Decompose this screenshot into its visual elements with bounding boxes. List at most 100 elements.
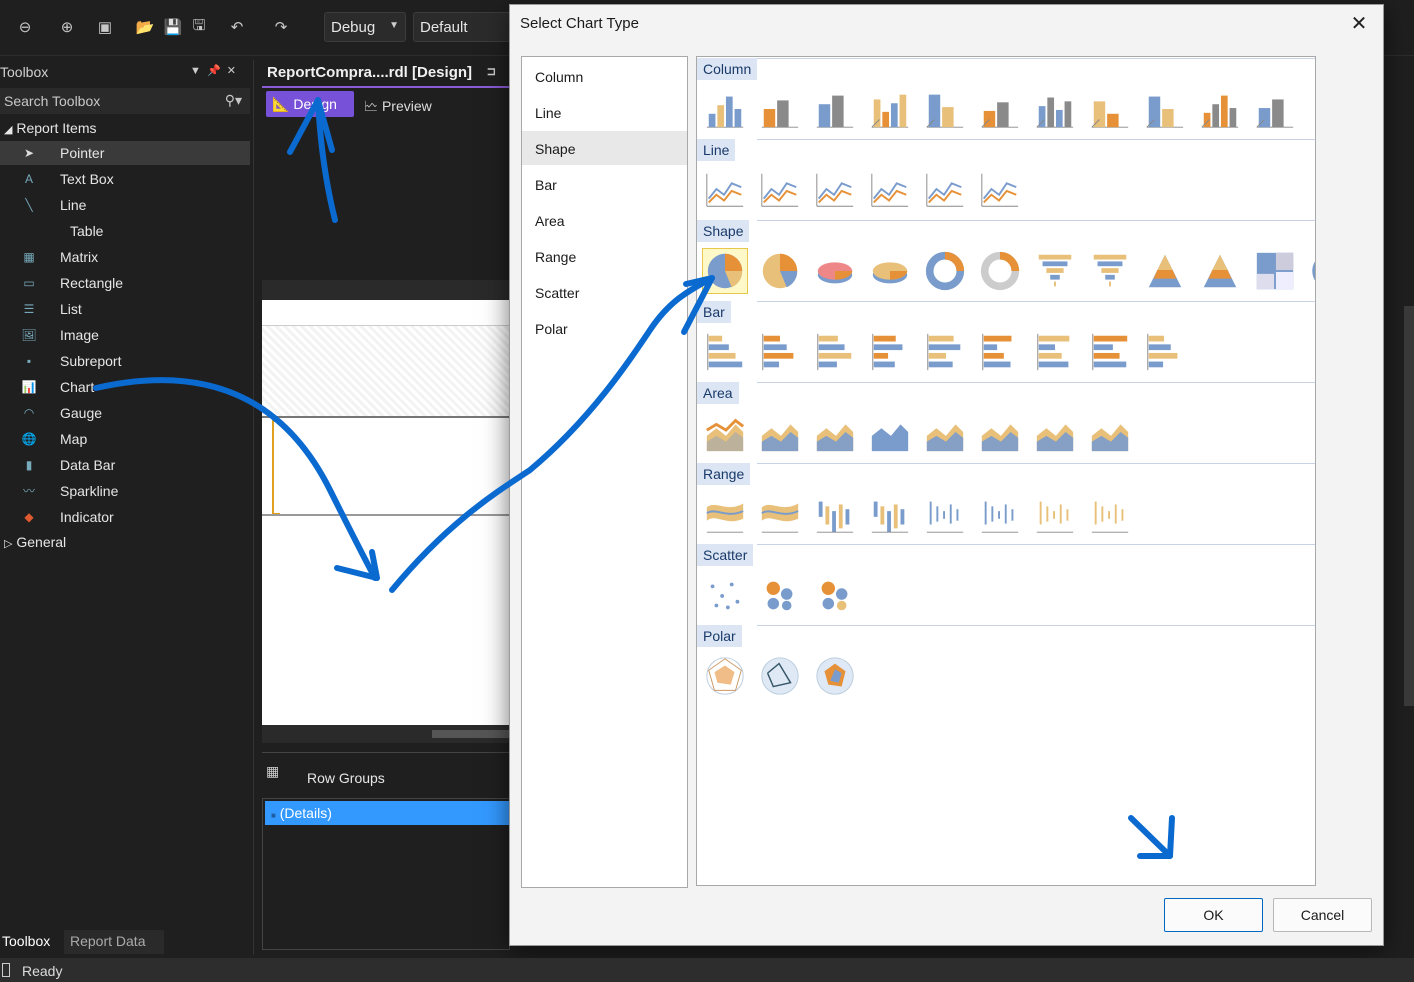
report-items-group[interactable]: ◢ Report Items [4,120,97,136]
chart-type-range-1[interactable] [702,491,748,537]
chart-type-scatter-2[interactable] [757,572,803,618]
chart-type-range-2[interactable] [757,491,803,537]
tab-report-data[interactable]: Report Data [64,930,164,954]
category-bar[interactable]: Bar [522,167,687,201]
chart-type-column-7[interactable] [1032,86,1078,132]
category-area[interactable]: Area [522,203,687,237]
chart-type-range-4[interactable] [867,491,913,537]
toolbox-item-text-box[interactable]: A Text Box [0,167,250,191]
chart-type-bar-7[interactable] [1032,329,1078,375]
toolbox-item-gauge[interactable]: ◠ Gauge [0,401,250,425]
chart-type-bar-6[interactable] [977,329,1023,375]
chart-type-line-3[interactable] [812,167,858,213]
toolbox-item-chart[interactable]: 📊 Chart [0,375,250,399]
vertical-scrollbar[interactable] [1404,306,1414,706]
chart-type-polar-3[interactable] [812,653,858,699]
chart-type-scatter-1[interactable] [702,572,748,618]
chart-type-shape-11[interactable] [1252,248,1298,294]
chart-type-shape-4[interactable] [867,248,913,294]
toolbox-item-subreport[interactable]: ▪ Subreport [0,349,250,373]
chart-type-area-8[interactable] [1087,410,1133,456]
chart-type-bar-4[interactable] [867,329,913,375]
redo-icon[interactable]: ↷ [270,16,292,38]
chart-type-line-1[interactable] [702,167,748,213]
chart-type-column-5[interactable] [922,86,968,132]
chart-type-column-6[interactable] [977,86,1023,132]
chart-type-column-9[interactable] [1142,86,1188,132]
chart-type-shape-5[interactable] [922,248,968,294]
chart-type-line-2[interactable] [757,167,803,213]
toolbox-item-indicator[interactable]: ◆ Indicator [0,505,250,529]
chart-type-shape-12[interactable] [1307,248,1315,294]
chart-type-bar-3[interactable] [812,329,858,375]
chart-type-area-3[interactable] [812,410,858,456]
chart-type-range-8[interactable] [1087,491,1133,537]
toolbox-search-input[interactable]: Search Toolbox ⚲▾ [0,88,250,114]
new-project-icon[interactable]: ▣ [94,16,116,38]
toolbox-item-pointer[interactable]: ➤ Pointer [0,141,250,165]
chart-type-line-5[interactable] [922,167,968,213]
save-icon[interactable]: 💾 [162,16,184,38]
chart-type-range-3[interactable] [812,491,858,537]
chart-type-area-1[interactable] [702,410,748,456]
chart-type-range-5[interactable] [922,491,968,537]
chart-type-shape-8[interactable] [1087,248,1133,294]
chart-type-column-4[interactable] [867,86,913,132]
chart-type-area-7[interactable] [1032,410,1078,456]
chart-type-scatter-3[interactable] [812,572,858,618]
toolbox-item-data-bar[interactable]: ▮ Data Bar [0,453,250,477]
tab-design[interactable]: 📐 Design [266,91,354,117]
chart-type-polar-1[interactable] [702,653,748,699]
toolbox-item-image[interactable]: 🖼 Image [0,323,250,347]
chart-type-column-10[interactable] [1197,86,1243,132]
horizontal-scrollbar[interactable] [262,725,512,743]
pin-icon[interactable]: ⊐ [487,65,496,78]
category-polar[interactable]: Polar [522,311,687,345]
category-column[interactable]: Column [522,59,687,93]
chart-type-range-7[interactable] [1032,491,1078,537]
chart-type-polar-2[interactable] [757,653,803,699]
chart-type-area-2[interactable] [757,410,803,456]
toolbox-item-map[interactable]: 🌐 Map [0,427,250,451]
chart-type-bar-9[interactable] [1142,329,1188,375]
general-group[interactable]: ▷ General [4,534,66,550]
forward-icon[interactable]: ⊕ [56,16,78,38]
chart-type-shape-1[interactable] [702,248,748,294]
chart-type-line-6[interactable] [977,167,1023,213]
details-group[interactable]: ■ (Details) [265,801,509,825]
save-all-icon[interactable]: 🖫 [188,16,210,38]
close-icon[interactable]: ✕ [1345,11,1373,39]
chart-type-bar-5[interactable] [922,329,968,375]
open-folder-icon[interactable]: 📂 [134,16,156,38]
category-range[interactable]: Range [522,239,687,273]
chart-type-shape-2[interactable] [757,248,803,294]
tab-toolbox[interactable]: Toolbox [0,930,64,954]
category-scatter[interactable]: Scatter [522,275,687,309]
toolbox-item-sparkline[interactable]: 〰 Sparkline [0,479,250,503]
tab-preview[interactable]: 🗠 Preview [358,91,444,117]
report-canvas[interactable] [262,300,510,725]
chart-type-bar-8[interactable] [1087,329,1133,375]
chart-type-range-6[interactable] [977,491,1023,537]
chart-type-shape-10[interactable] [1197,248,1243,294]
chart-type-line-4[interactable] [867,167,913,213]
platform-select[interactable]: Default [413,12,513,42]
chart-type-bar-2[interactable] [757,329,803,375]
toolbox-item-rectangle[interactable]: ▭ Rectangle [0,271,250,295]
chart-type-area-5[interactable] [922,410,968,456]
chart-type-area-6[interactable] [977,410,1023,456]
chart-type-column-3[interactable] [812,86,858,132]
toolbox-item-line[interactable]: ╲ Line [0,193,250,217]
chart-type-column-11[interactable] [1252,86,1298,132]
chart-type-shape-9[interactable] [1142,248,1188,294]
back-icon[interactable]: ⊖ [14,16,36,38]
chart-type-column-1[interactable] [702,86,748,132]
chart-type-bar-1[interactable] [702,329,748,375]
document-tab[interactable]: ReportCompra....rdl [Design] ⊐ [262,60,510,88]
ok-button[interactable]: OK [1164,898,1263,932]
chart-type-column-8[interactable] [1087,86,1133,132]
config-select[interactable]: Debug ▼ [324,12,406,42]
toolbox-item-table[interactable]: Table [0,219,250,243]
toolbox-item-list[interactable]: ☰ List [0,297,250,321]
category-line[interactable]: Line [522,95,687,129]
